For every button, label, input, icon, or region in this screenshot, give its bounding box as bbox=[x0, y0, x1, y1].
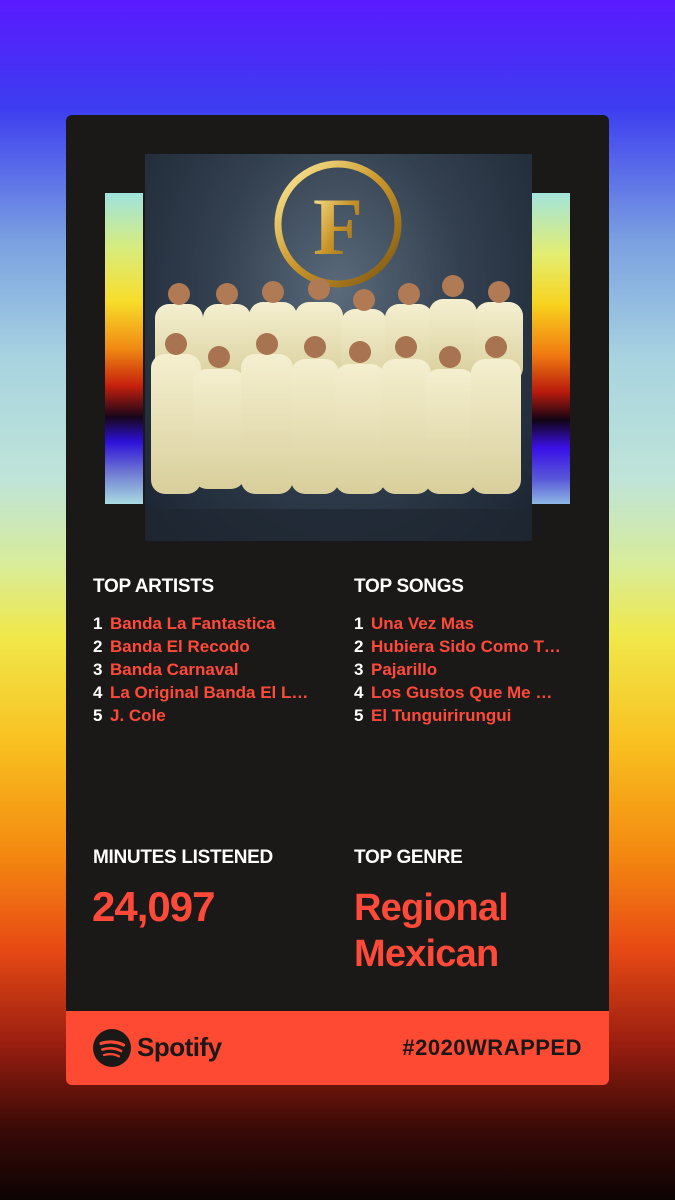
top-genre-heading: TOP GENRE bbox=[354, 847, 463, 868]
rank: 4 bbox=[93, 683, 103, 702]
list-item: 2 Hubiera Sido Como T… bbox=[354, 635, 589, 658]
band-logo-letter: F bbox=[313, 181, 363, 272]
gradient-stripe-right bbox=[532, 193, 570, 504]
list-item: 3 Pajarillo bbox=[354, 658, 589, 681]
artist-name: Banda La Fantastica bbox=[110, 614, 276, 633]
minutes-listened-value: 24,097 bbox=[92, 883, 215, 930]
song-name: Una Vez Mas bbox=[371, 614, 474, 633]
spotify-wordmark: Spotify bbox=[137, 1032, 222, 1062]
artist-name: La Original Banda El L… bbox=[110, 683, 309, 702]
rank: 3 bbox=[354, 660, 364, 679]
rank: 3 bbox=[93, 660, 103, 679]
list-item: 2 Banda El Recodo bbox=[93, 635, 328, 658]
top-genre-line-1: Regional bbox=[354, 887, 509, 929]
rank: 1 bbox=[93, 614, 103, 633]
top-genre-value: Regional Mexican bbox=[354, 885, 554, 977]
top-songs-heading: TOP SONGS bbox=[354, 576, 464, 597]
minutes-listened-heading: MINUTES LISTENED bbox=[93, 847, 273, 868]
artist-name: J. Cole bbox=[110, 706, 166, 725]
list-item: 5 J. Cole bbox=[93, 704, 328, 727]
list-item: 4 La Original Banda El L… bbox=[93, 681, 328, 704]
spotify-logo-icon bbox=[93, 1029, 131, 1067]
rank: 2 bbox=[93, 637, 103, 656]
artist-name: Banda El Recodo bbox=[110, 637, 250, 656]
rank: 4 bbox=[354, 683, 364, 702]
top-artists-heading: TOP ARTISTS bbox=[93, 576, 214, 597]
list-item: 1 Una Vez Mas bbox=[354, 612, 589, 635]
wrapped-card: F TOP ARTISTS 1 Banda La Fantastica 2 Ba… bbox=[66, 115, 609, 1085]
rank: 1 bbox=[354, 614, 364, 633]
list-item: 5 El Tunguirirungui bbox=[354, 704, 589, 727]
song-name: Hubiera Sido Como T… bbox=[371, 637, 561, 656]
list-item: 3 Banda Carnaval bbox=[93, 658, 328, 681]
footer-bar: Spotify #2020WRAPPED bbox=[66, 1011, 609, 1085]
list-item: 1 Banda La Fantastica bbox=[93, 612, 328, 635]
rank: 5 bbox=[93, 706, 103, 725]
gradient-stripe-left bbox=[105, 193, 143, 504]
rank: 5 bbox=[354, 706, 364, 725]
top-artists-list: 1 Banda La Fantastica 2 Banda El Recodo 3B… bbox=[93, 612, 328, 727]
artist-name: Banda Carnaval bbox=[110, 660, 239, 679]
top-songs-list: 1 Una Vez Mas 2 Hubiera Sido Como T… 3 Paja… bbox=[354, 612, 589, 727]
wrapped-hashtag: #2020WRAPPED bbox=[402, 1035, 582, 1060]
rank: 2 bbox=[354, 637, 364, 656]
song-name: Pajarillo bbox=[371, 660, 438, 679]
top-artist-photo: F bbox=[145, 154, 532, 541]
list-item: 4 Los Gustos Que Me … bbox=[354, 681, 589, 704]
song-name: Los Gustos Que Me … bbox=[371, 683, 553, 702]
top-genre-line-2: Mexican bbox=[354, 933, 499, 975]
song-name: El Tunguirirungui bbox=[371, 706, 512, 725]
